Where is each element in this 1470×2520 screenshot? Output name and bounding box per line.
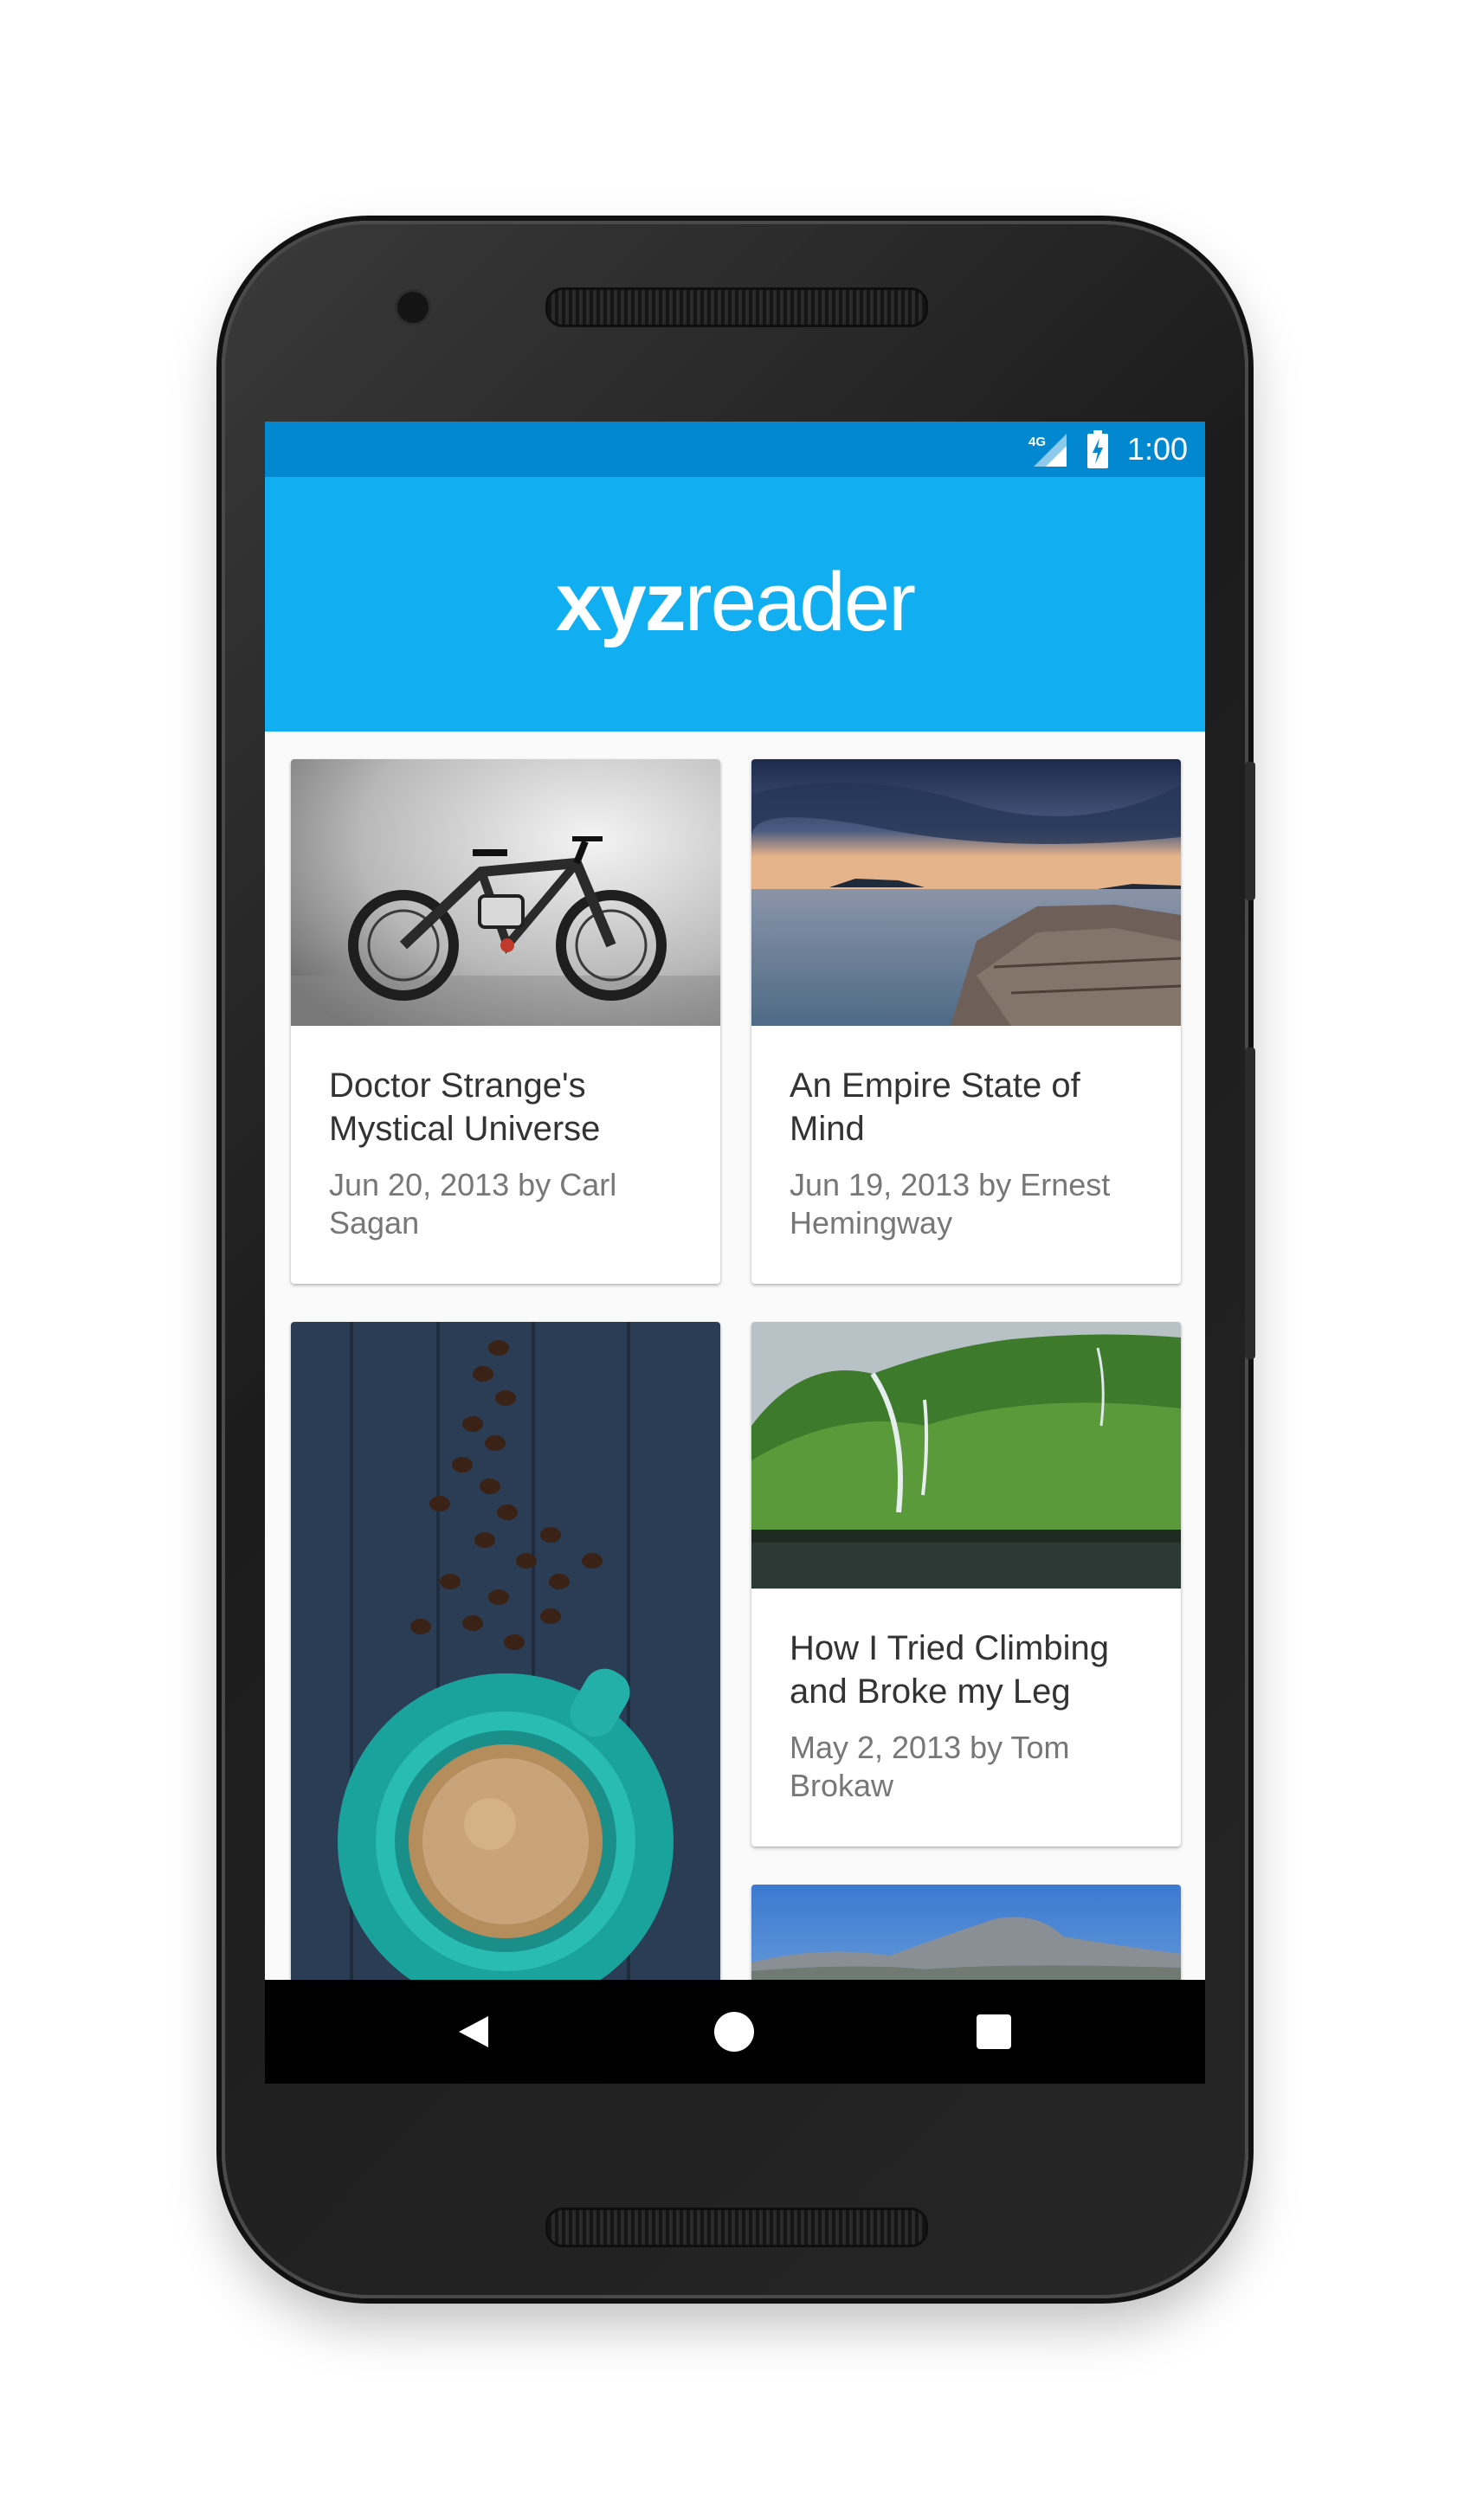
- volume-button: [1245, 1047, 1255, 1359]
- article-byline: May 2, 2013 by Tom Brokaw: [790, 1730, 1070, 1803]
- logo-regular-part: reader: [684, 556, 916, 648]
- back-icon[interactable]: [454, 2013, 492, 2051]
- signal-icon: 4G: [1028, 434, 1067, 467]
- status-time: 1:00: [1126, 431, 1188, 467]
- article-byline: Jun 19, 2013 by Ernest Hemingway: [790, 1167, 1111, 1241]
- article-card[interactable]: Doctor Strange's Mystical Universe Jun 2…: [291, 759, 720, 1284]
- article-card[interactable]: How I Tried Climbing and Broke my Leg Ma…: [751, 1322, 1181, 1846]
- bicycle-photo: [291, 759, 720, 1026]
- app-logo: xyzreader: [265, 555, 1205, 650]
- power-button: [1245, 762, 1255, 900]
- home-icon[interactable]: [714, 2012, 754, 2052]
- battery-charging-icon: [1087, 430, 1108, 468]
- article-card[interactable]: An Empire State of Mind Jun 19, 2013 by …: [751, 759, 1181, 1284]
- article-byline: Jun 20, 2013 by Carl Sagan: [329, 1167, 617, 1241]
- recents-icon[interactable]: [977, 2014, 1011, 2049]
- front-camera: [395, 289, 431, 325]
- article-title: How I Tried Climbing and Broke my Leg: [790, 1629, 1110, 1711]
- bottom-speaker: [545, 2207, 928, 2247]
- green-cliffs-waterfall-photo: [751, 1322, 1181, 1589]
- logo-bold-part: xyz: [555, 556, 687, 648]
- earpiece-speaker: [545, 287, 928, 327]
- seaside-rocks-photo: [751, 759, 1181, 1026]
- status-bar: 4G 1:00: [265, 422, 1205, 477]
- screen: 4G 1:00 xyzreader Doctor Strange's Mysti…: [265, 422, 1205, 2084]
- coffee-beans-photo: [291, 1322, 720, 2014]
- article-card[interactable]: [291, 1322, 720, 2014]
- navigation-bar: [265, 1980, 1205, 2084]
- svg-text:4G: 4G: [1028, 435, 1046, 449]
- article-title: Doctor Strange's Mystical Universe: [329, 1067, 601, 1148]
- article-title: An Empire State of Mind: [790, 1067, 1080, 1148]
- app-bar: xyzreader: [265, 477, 1205, 732]
